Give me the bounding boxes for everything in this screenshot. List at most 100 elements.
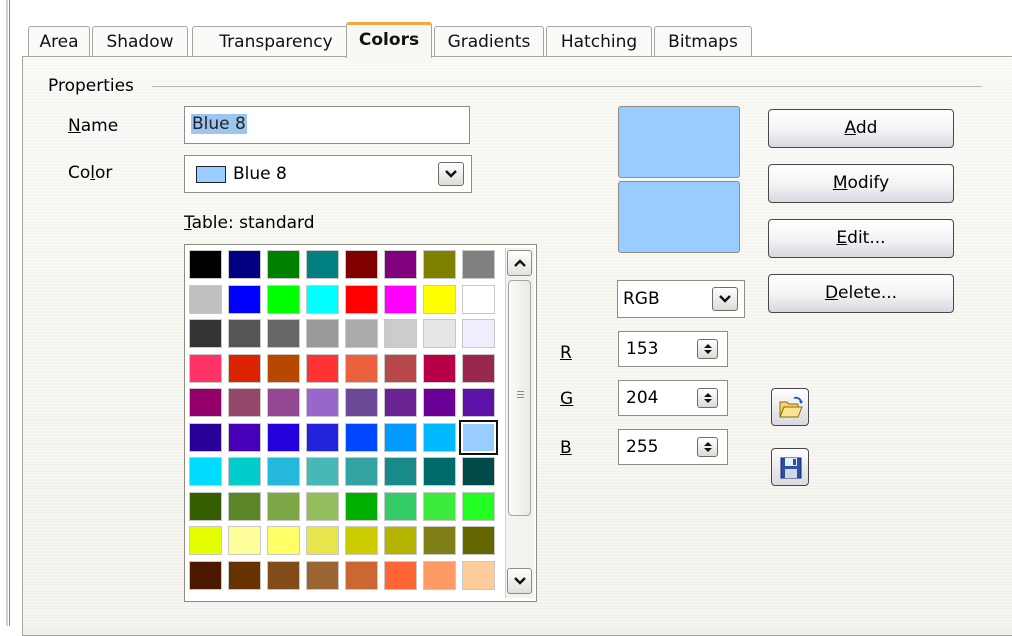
- color-swatch[interactable]: [423, 354, 456, 383]
- color-swatch[interactable]: [267, 319, 300, 348]
- color-swatch[interactable]: [306, 561, 339, 590]
- palette-scrollbar[interactable]: [505, 248, 534, 598]
- add-button[interactable]: Add: [768, 109, 954, 148]
- color-swatch[interactable]: [345, 388, 378, 417]
- color-swatch[interactable]: [423, 319, 456, 348]
- color-swatch[interactable]: [189, 492, 222, 521]
- color-palette-grid[interactable]: [189, 250, 501, 596]
- color-swatch[interactable]: [462, 492, 495, 521]
- color-swatch[interactable]: [345, 285, 378, 314]
- name-field[interactable]: Blue 8: [184, 106, 470, 144]
- color-swatch[interactable]: [423, 250, 456, 279]
- color-swatch[interactable]: [189, 250, 222, 279]
- color-swatch[interactable]: [228, 354, 261, 383]
- tab-shadow[interactable]: Shadow: [92, 26, 188, 56]
- color-swatch[interactable]: [384, 388, 417, 417]
- color-swatch[interactable]: [462, 250, 495, 279]
- color-swatch[interactable]: [189, 561, 222, 590]
- color-swatch[interactable]: [189, 457, 222, 486]
- color-swatch[interactable]: [384, 423, 417, 452]
- color-swatch[interactable]: [189, 285, 222, 314]
- b-spin-button[interactable]: [697, 437, 718, 457]
- color-swatch[interactable]: [306, 354, 339, 383]
- color-swatch[interactable]: [345, 250, 378, 279]
- color-swatch[interactable]: [228, 492, 261, 521]
- scroll-thumb[interactable]: [508, 280, 531, 516]
- color-swatch[interactable]: [384, 457, 417, 486]
- color-swatch[interactable]: [306, 319, 339, 348]
- color-swatch[interactable]: [345, 354, 378, 383]
- color-swatch[interactable]: [228, 285, 261, 314]
- color-swatch[interactable]: [423, 492, 456, 521]
- color-swatch[interactable]: [267, 457, 300, 486]
- color-swatch[interactable]: [306, 423, 339, 452]
- color-swatch[interactable]: [423, 423, 456, 452]
- tab-transparency[interactable]: Transparency: [192, 26, 360, 56]
- color-swatch[interactable]: [423, 388, 456, 417]
- color-swatch[interactable]: [462, 319, 495, 348]
- color-swatch[interactable]: [462, 285, 495, 314]
- color-swatch[interactable]: [345, 492, 378, 521]
- color-swatch[interactable]: [267, 354, 300, 383]
- color-swatch[interactable]: [189, 354, 222, 383]
- color-swatch[interactable]: [306, 526, 339, 555]
- color-swatch[interactable]: [267, 423, 300, 452]
- color-swatch[interactable]: [306, 285, 339, 314]
- color-swatch[interactable]: [267, 526, 300, 555]
- color-swatch[interactable]: [384, 319, 417, 348]
- tab-gradients[interactable]: Gradients: [434, 26, 544, 56]
- g-spin-button[interactable]: [697, 388, 718, 408]
- color-swatch[interactable]: [345, 423, 378, 452]
- color-swatch[interactable]: [189, 526, 222, 555]
- color-swatch[interactable]: [267, 250, 300, 279]
- edit-button[interactable]: Edit...: [768, 219, 954, 258]
- color-swatch[interactable]: [345, 561, 378, 590]
- color-swatch[interactable]: [423, 561, 456, 590]
- tab-bitmaps[interactable]: Bitmaps: [654, 26, 752, 56]
- g-spinbox[interactable]: 204: [618, 380, 728, 416]
- color-swatch[interactable]: [267, 388, 300, 417]
- color-swatch[interactable]: [228, 319, 261, 348]
- color-swatch[interactable]: [459, 420, 498, 455]
- color-swatch[interactable]: [423, 526, 456, 555]
- color-swatch[interactable]: [345, 319, 378, 348]
- color-swatch[interactable]: [306, 492, 339, 521]
- delete-button[interactable]: Delete...: [768, 274, 954, 313]
- r-spinbox[interactable]: 153: [618, 331, 728, 367]
- color-swatch[interactable]: [189, 423, 222, 452]
- color-swatch[interactable]: [384, 354, 417, 383]
- color-swatch[interactable]: [423, 285, 456, 314]
- save-color-list-button[interactable]: [771, 448, 809, 486]
- color-swatch[interactable]: [228, 457, 261, 486]
- color-swatch[interactable]: [267, 492, 300, 521]
- color-swatch[interactable]: [384, 250, 417, 279]
- tab-area[interactable]: Area: [28, 26, 90, 56]
- color-swatch[interactable]: [228, 561, 261, 590]
- color-swatch[interactable]: [384, 526, 417, 555]
- color-swatch[interactable]: [462, 388, 495, 417]
- color-model-dropdown[interactable]: RGB: [617, 280, 745, 318]
- color-dropdown[interactable]: Blue 8: [184, 155, 472, 193]
- r-spin-button[interactable]: [697, 339, 718, 359]
- tab-hatching[interactable]: Hatching: [546, 26, 652, 56]
- color-swatch[interactable]: [306, 250, 339, 279]
- color-swatch[interactable]: [462, 457, 495, 486]
- b-spinbox[interactable]: 255: [618, 429, 728, 465]
- color-swatch[interactable]: [462, 561, 495, 590]
- color-swatch[interactable]: [384, 561, 417, 590]
- tab-colors[interactable]: Colors: [346, 22, 432, 58]
- color-swatch[interactable]: [306, 388, 339, 417]
- color-swatch[interactable]: [189, 319, 222, 348]
- color-model-button[interactable]: [712, 287, 738, 311]
- color-swatch[interactable]: [228, 526, 261, 555]
- color-swatch[interactable]: [267, 561, 300, 590]
- color-swatch[interactable]: [306, 457, 339, 486]
- color-swatch[interactable]: [228, 250, 261, 279]
- scroll-up-button[interactable]: [507, 250, 532, 276]
- color-swatch[interactable]: [462, 526, 495, 555]
- color-swatch[interactable]: [345, 457, 378, 486]
- color-swatch[interactable]: [423, 457, 456, 486]
- color-swatch[interactable]: [384, 285, 417, 314]
- color-swatch[interactable]: [189, 388, 222, 417]
- color-swatch[interactable]: [462, 354, 495, 383]
